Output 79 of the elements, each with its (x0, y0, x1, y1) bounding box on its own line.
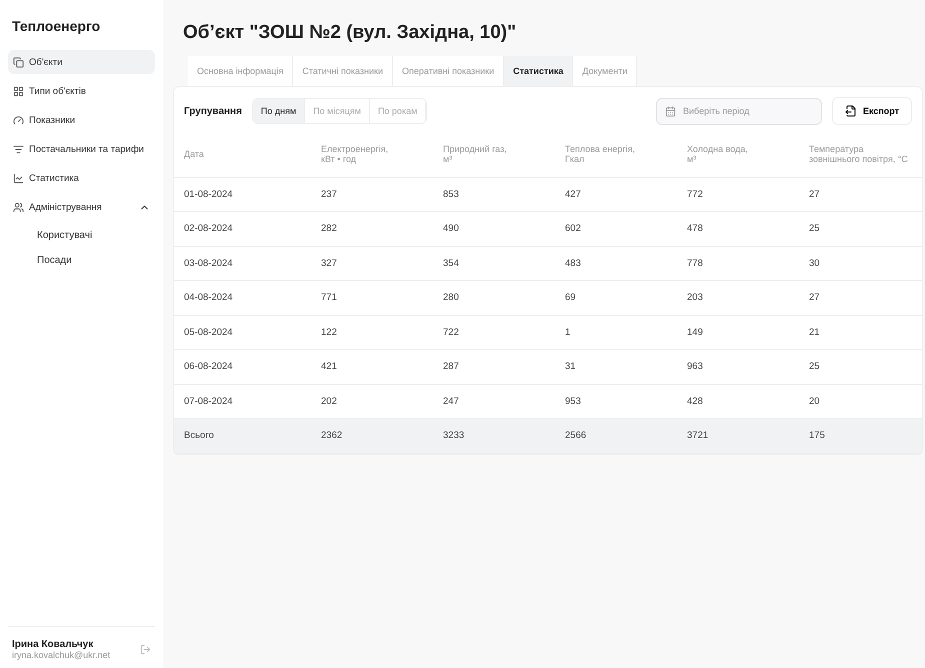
users-icon (13, 202, 24, 212)
line-chart-icon (13, 172, 24, 184)
table-cell: 953 (555, 384, 677, 418)
table-cell: 31 (555, 350, 677, 384)
column-header: Електроенергія, кВт • год (311, 141, 433, 177)
column-header: Теплова енергія, Гкал (555, 141, 677, 177)
user-email: iryna.kovalchuk@ukr.net (12, 650, 112, 660)
file-export-icon (844, 105, 857, 117)
table-cell: 282 (311, 212, 433, 246)
table-cell: 27 (799, 280, 922, 315)
sidebar-item[interactable]: Об'єкти (8, 50, 155, 74)
table-cell: 421 (311, 350, 433, 384)
total-cell: 2566 (555, 418, 677, 453)
calendar-icon (665, 106, 676, 116)
table-cell: 853 (433, 177, 555, 212)
table-cell: 772 (677, 177, 799, 212)
table-cell: 237 (311, 177, 433, 212)
sidebar-item[interactable]: Постачальники та тарифи (8, 137, 155, 161)
total-cell: 3721 (677, 418, 799, 453)
export-button[interactable]: Експорт (832, 97, 912, 125)
table-cell: 428 (677, 384, 799, 418)
sidebar-item[interactable]: Статистика (8, 166, 155, 190)
total-cell: Всього (174, 418, 311, 453)
sidebar-item[interactable]: Типи об'єктів (8, 79, 155, 103)
table-cell: 1 (555, 315, 677, 350)
table-cell: 25 (799, 350, 922, 384)
column-header: Дата (174, 141, 311, 177)
table-cell: 04-08-2024 (174, 280, 311, 315)
table-cell: 30 (799, 246, 922, 280)
column-header: Холодна вода, м³ (677, 141, 799, 177)
total-cell: 175 (799, 418, 922, 453)
column-header: Природний газ, м³ (433, 141, 555, 177)
grouping-option[interactable]: По дням (252, 99, 306, 123)
table-cell: 03-08-2024 (174, 246, 311, 280)
table-cell: 478 (677, 212, 799, 246)
filter-icon (13, 144, 24, 154)
table-cell: 280 (433, 280, 555, 315)
table-cell: 354 (433, 246, 555, 280)
table-cell: 122 (311, 315, 433, 350)
table-cell: 203 (677, 280, 799, 315)
total-cell: 3233 (433, 418, 555, 453)
table-cell: 149 (677, 315, 799, 350)
table-cell: 327 (311, 246, 433, 280)
table-cell: 490 (433, 212, 555, 246)
table-cell: 722 (433, 315, 555, 350)
gauge-icon (13, 114, 24, 126)
table-cell: 771 (311, 280, 433, 315)
table-cell: 202 (311, 384, 433, 418)
sidebar-item[interactable]: Показники (8, 108, 155, 132)
table-cell: 427 (555, 177, 677, 212)
grouping-label: Групування (184, 106, 242, 116)
copy-icon (13, 56, 24, 68)
grid-icon (13, 86, 24, 96)
table-cell: 20 (799, 384, 922, 418)
column-header: Температура зовнішнього повітря, °С (799, 141, 922, 177)
table-cell: 963 (677, 350, 799, 384)
table-cell: 02-08-2024 (174, 212, 311, 246)
table-cell: 247 (433, 384, 555, 418)
table-cell: 07-08-2024 (174, 384, 311, 418)
table-cell: 06-08-2024 (174, 350, 311, 384)
table-cell: 01-08-2024 (174, 177, 311, 212)
sidebar-subitem[interactable]: Посади (8, 249, 155, 271)
table-cell: 21 (799, 315, 922, 350)
sidebar-item[interactable]: Адміністрування (8, 195, 155, 219)
total-cell: 2362 (311, 418, 433, 453)
period-field[interactable]: Виберіть період (656, 98, 822, 124)
user-name: Ірина Ковальчук (12, 639, 94, 650)
table-cell: 69 (555, 280, 677, 315)
table-cell: 27 (799, 177, 922, 212)
page-title: Об’єкт "ЗОШ №2 (вул. Західна, 10)" (183, 22, 518, 44)
tab[interactable]: Статистика (504, 56, 574, 86)
sidebar-subitem[interactable]: Користувачі (8, 224, 155, 246)
table-cell: 287 (433, 350, 555, 384)
table-cell: 483 (555, 246, 677, 280)
table-cell: 778 (677, 246, 799, 280)
table-cell: 25 (799, 212, 922, 246)
brand-name: Теплоенерго (11, 18, 102, 36)
table-cell: 05-08-2024 (174, 315, 311, 350)
table-cell: 602 (555, 212, 677, 246)
